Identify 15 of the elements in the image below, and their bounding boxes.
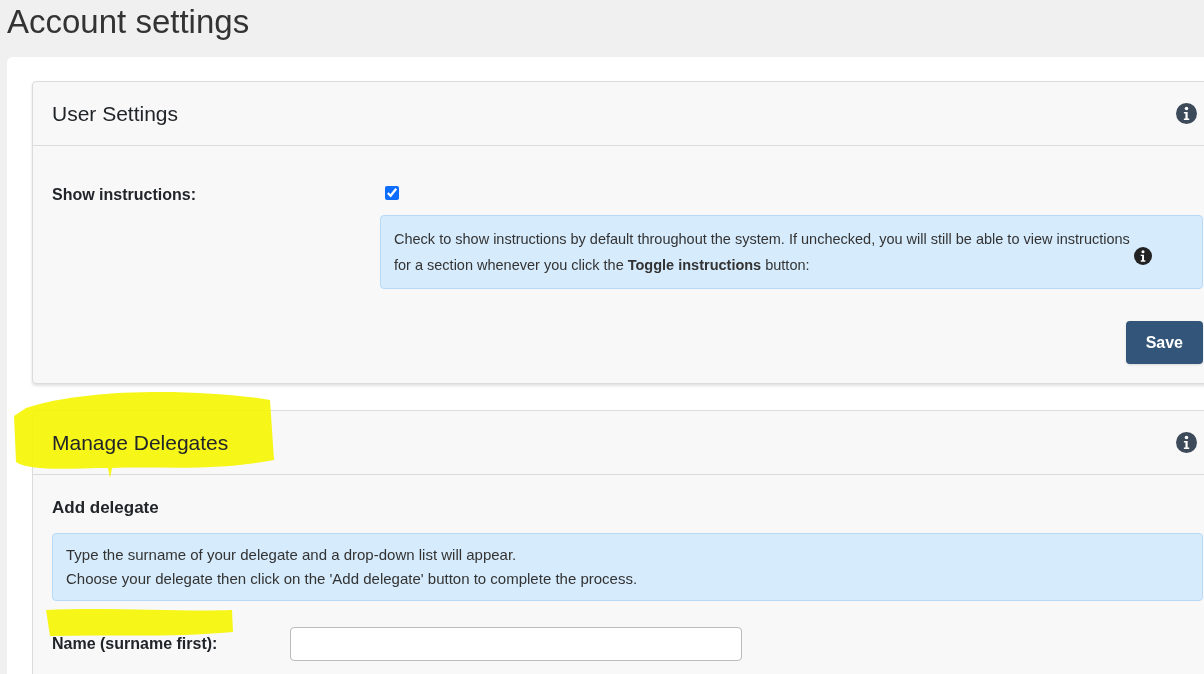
help-text: Type the surname of your delegate and a drop-down list will appear. — [66, 544, 518, 565]
field-label: Show instructions: — [52, 185, 197, 205]
field-label: Name (surname first): — [52, 633, 219, 654]
help-text: Check to show instructions by default throughout the system. If unchecked, you will still be able to view instructions for a section whenever you click the Toggle instructions button: — [394, 230, 1131, 275]
name-input-field[interactable] — [290, 626, 742, 661]
panel-title: User Settings — [52, 100, 179, 127]
panel-title: Manage Delegates — [52, 429, 229, 456]
checkbox[interactable] — [385, 186, 399, 200]
info-icon[interactable] — [1176, 432, 1197, 453]
info-icon — [1134, 247, 1152, 265]
save-button[interactable]: Save — [1125, 321, 1203, 364]
help-text: Choose your delegate then click on the 'Add delegate' button to complete the process. — [66, 568, 639, 589]
info-icon[interactable] — [1176, 103, 1197, 124]
page-title: Account settings — [7, 2, 250, 42]
section-subtitle: Add delegate — [52, 497, 160, 519]
